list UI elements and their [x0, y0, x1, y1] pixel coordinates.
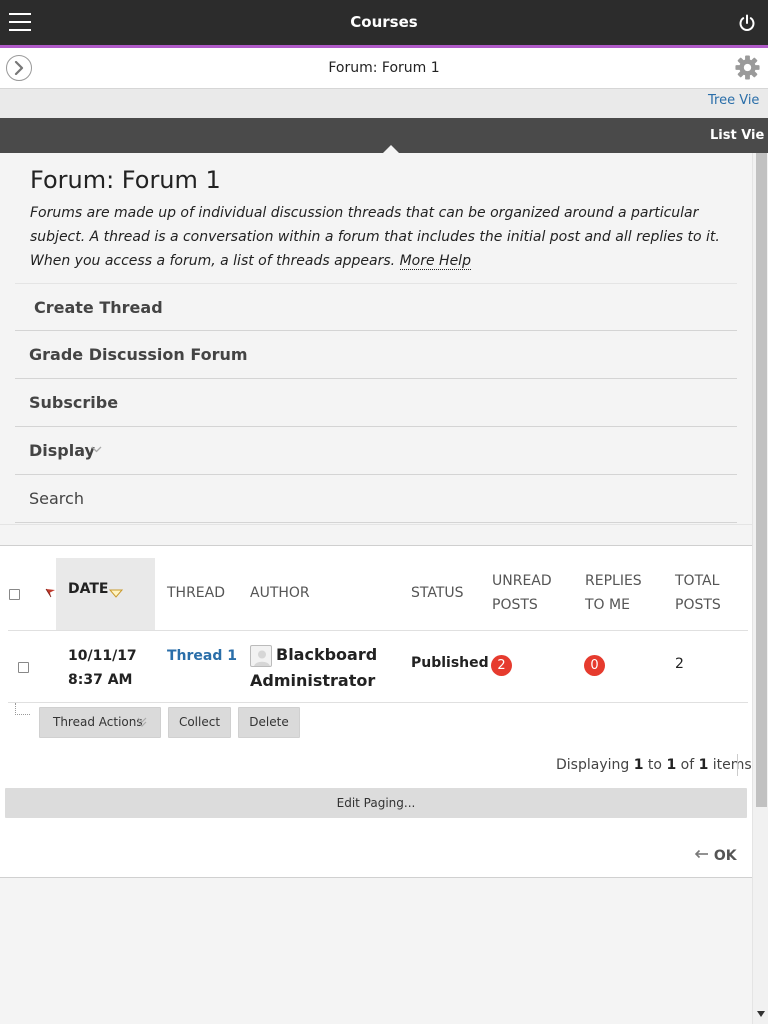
pager-to-word: to: [647, 757, 662, 773]
arrow-left-icon: [694, 849, 708, 859]
forum-description: Forums are made up of individual discuss…: [30, 201, 745, 273]
list-view-tab[interactable]: List Vie: [710, 128, 764, 143]
unread-posts-column-header[interactable]: UNREAD POSTS: [492, 569, 552, 617]
forum-action-list: Create Thread Grade Discussion Forum Sub…: [15, 283, 737, 523]
create-thread-button[interactable]: Create Thread: [15, 283, 737, 331]
collect-button[interactable]: Collect: [168, 707, 231, 738]
sort-descending-icon[interactable]: [109, 589, 123, 598]
row-divider: [8, 702, 748, 703]
thread-actions-button[interactable]: Thread Actions: [39, 707, 161, 738]
date-column-header[interactable]: DATE: [68, 581, 108, 597]
chevron-down-icon: [91, 446, 102, 453]
select-all-checkbox[interactable]: [9, 589, 20, 600]
chevron-right-icon: [14, 61, 24, 75]
content-divider: [0, 524, 752, 545]
replies-to-me-column-header[interactable]: REPLIES TO ME: [585, 569, 642, 617]
delete-button[interactable]: Delete: [238, 707, 300, 738]
expand-panel-button[interactable]: [6, 55, 32, 81]
tree-view-row: Tree Vie: [0, 89, 768, 118]
forum-content: Forum: Forum 1 Forums are made up of ind…: [0, 153, 752, 545]
app-title: Courses: [350, 13, 418, 31]
row-author: Blackboard Administrator: [250, 645, 378, 690]
unread-posts-badge[interactable]: 2: [491, 655, 512, 676]
total-header-line1: TOTAL: [675, 573, 720, 589]
replies-header-line1: REPLIES: [585, 573, 642, 589]
pager-prefix: Displaying: [556, 757, 630, 773]
pager-summary: Displaying 1 to 1 of 1 items: [556, 757, 752, 773]
display-menu-button[interactable]: Display: [15, 427, 737, 475]
flag-icon[interactable]: [45, 588, 56, 598]
power-icon[interactable]: [737, 13, 757, 33]
pager-divider: [737, 754, 738, 776]
forum-heading: Forum: Forum 1: [30, 166, 221, 194]
row-actions-connector: [15, 703, 30, 715]
subscribe-label: Subscribe: [29, 393, 119, 412]
more-help-link[interactable]: More Help: [399, 253, 471, 270]
subscribe-button[interactable]: Subscribe: [15, 379, 737, 427]
row-date: 10/11/17 8:37 AM: [68, 644, 137, 692]
pager-to: 1: [666, 757, 677, 773]
row-status: Published: [411, 655, 489, 671]
row-checkbox[interactable]: [18, 662, 29, 673]
thread-link[interactable]: Thread 1: [167, 644, 237, 668]
row-date-line1: 10/11/17: [68, 648, 137, 664]
search-button[interactable]: Search: [15, 475, 737, 523]
thread-column-header[interactable]: THREAD: [167, 581, 225, 605]
create-thread-label: Create Thread: [34, 298, 163, 317]
page-footer-area: [0, 878, 752, 1024]
gear-icon[interactable]: [734, 54, 761, 81]
menu-icon[interactable]: [9, 13, 31, 31]
row-date-line2: 8:37 AM: [68, 672, 133, 688]
top-bar: Courses: [0, 0, 768, 45]
total-posts-column-header[interactable]: TOTAL POSTS: [675, 569, 721, 617]
pager-from: 1: [633, 757, 644, 773]
edit-paging-button[interactable]: Edit Paging...: [5, 788, 747, 818]
sub-header: Forum: Forum 1: [0, 48, 768, 89]
threads-table: DATE THREAD AUTHOR STATUS UNREAD POSTS R…: [0, 545, 752, 878]
forum-description-text: Forums are made up of individual discuss…: [30, 205, 720, 269]
ok-button[interactable]: OK: [694, 848, 737, 864]
scroll-down-arrow-icon[interactable]: [757, 1011, 765, 1017]
double-chevron-down-icon: [137, 717, 147, 727]
scrollbar[interactable]: [752, 153, 768, 1024]
search-label: Search: [29, 489, 84, 508]
display-label: Display: [29, 441, 95, 460]
grade-discussion-forum-label: Grade Discussion Forum: [29, 345, 248, 364]
pager-suffix: items: [712, 757, 752, 773]
grade-discussion-forum-button[interactable]: Grade Discussion Forum: [15, 331, 737, 379]
unread-header-line2: POSTS: [492, 597, 538, 613]
tree-view-link[interactable]: Tree Vie: [708, 93, 759, 108]
replies-header-line2: TO ME: [585, 597, 630, 613]
thread-actions-label: Thread Actions: [53, 715, 143, 729]
author-column-header[interactable]: AUTHOR: [250, 581, 310, 605]
ok-label: OK: [713, 848, 737, 864]
pager-total: 1: [698, 757, 709, 773]
row-total-posts: 2: [675, 656, 684, 672]
header-divider: [8, 630, 748, 631]
page-title: Forum: Forum 1: [328, 60, 440, 76]
total-header-line2: POSTS: [675, 597, 721, 613]
status-column-header[interactable]: STATUS: [411, 581, 464, 605]
replies-to-me-badge[interactable]: 0: [584, 655, 605, 676]
scrollbar-thumb[interactable]: [756, 153, 767, 807]
pager-of-word: of: [680, 757, 695, 773]
unread-header-line1: UNREAD: [492, 573, 552, 589]
